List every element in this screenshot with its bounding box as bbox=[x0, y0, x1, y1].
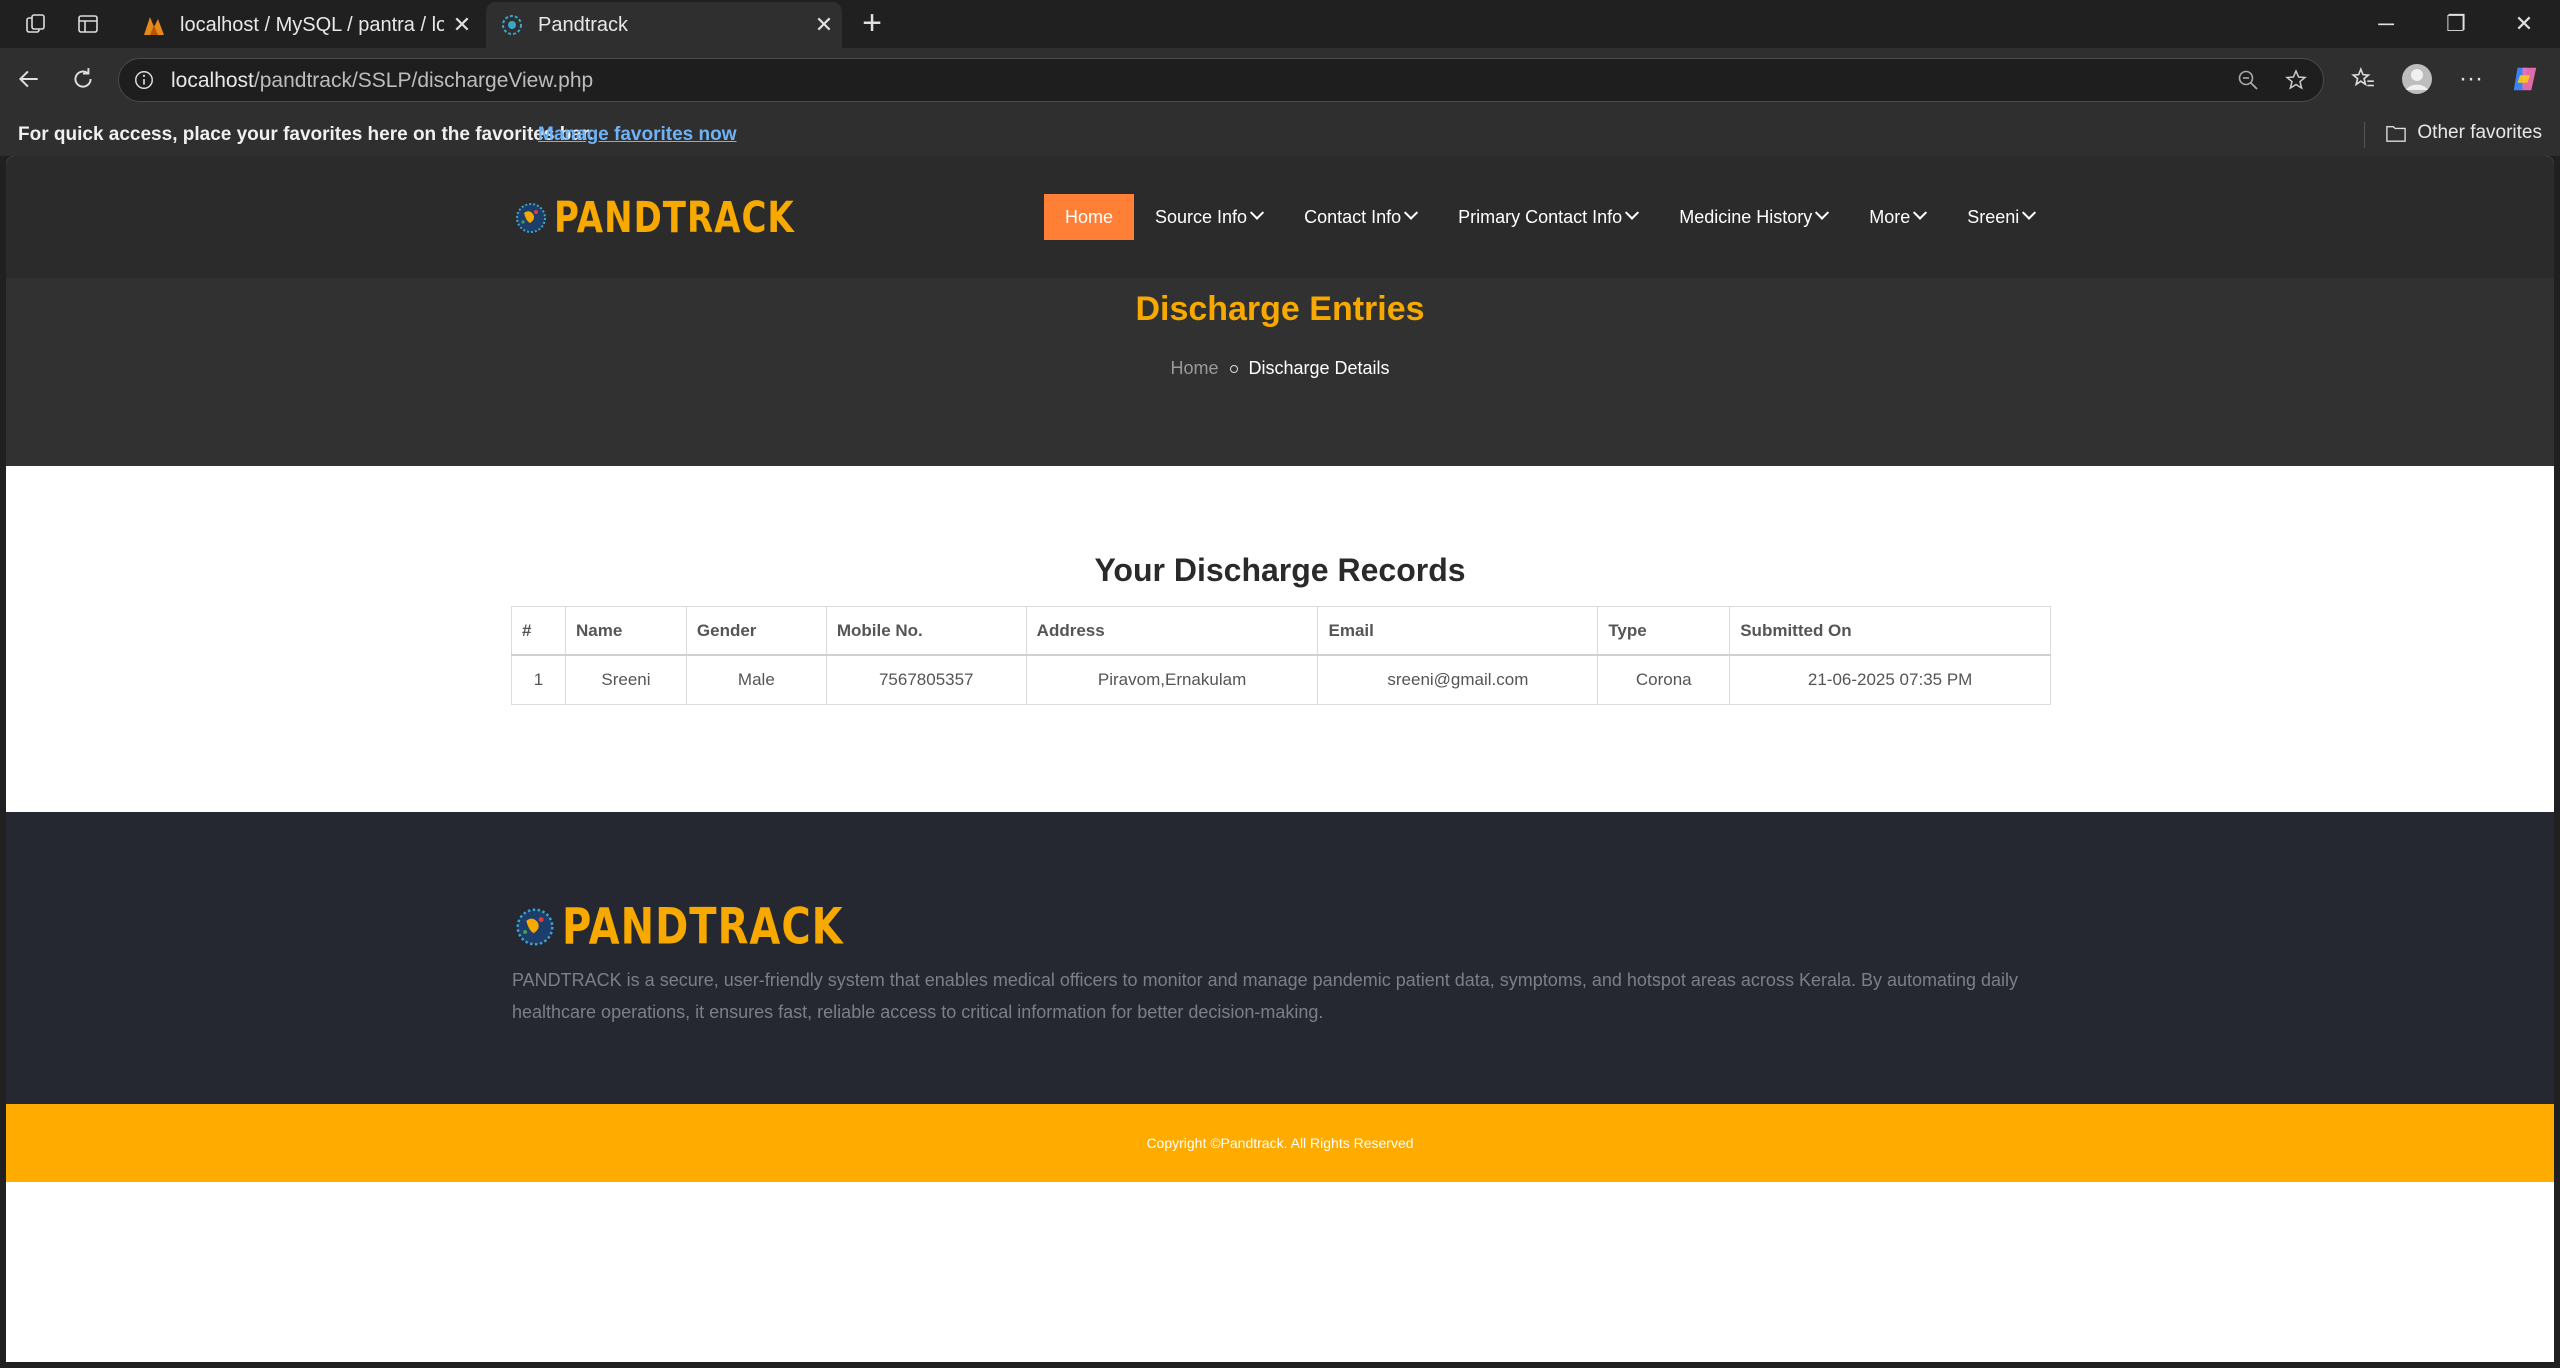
url-text: localhost/pandtrack/SSLP/dischargeView.p… bbox=[171, 69, 593, 93]
column-header: Type bbox=[1597, 606, 1731, 656]
nav-item-source-info[interactable]: Source Info bbox=[1134, 194, 1283, 240]
column-header: Email bbox=[1317, 606, 1599, 656]
zoom-icon[interactable] bbox=[2231, 63, 2265, 97]
refresh-icon[interactable] bbox=[66, 62, 100, 96]
chevron-down-icon bbox=[1815, 205, 1830, 220]
address-bar[interactable]: localhost/pandtrack/SSLP/dischargeView.p… bbox=[118, 58, 2324, 102]
chevron-down-icon bbox=[1404, 205, 1419, 220]
main-nav: Home Source Info Contact Info Primary Co… bbox=[1044, 194, 2055, 240]
other-favorites-button[interactable]: Other favorites bbox=[2385, 122, 2542, 144]
new-tab-icon[interactable]: + bbox=[856, 6, 888, 40]
nav-label: Home bbox=[1065, 206, 1114, 227]
nav-label: Medicine History bbox=[1679, 206, 1813, 227]
chevron-down-icon bbox=[1250, 205, 1265, 220]
copilot-icon[interactable] bbox=[2508, 62, 2542, 96]
address-bar-row: localhost/pandtrack/SSLP/dischargeView.p… bbox=[0, 48, 2560, 114]
table-row: 1 Sreeni Male 7567805357 Piravom,Ernakul… bbox=[511, 654, 2051, 705]
workspaces-icon[interactable] bbox=[22, 10, 50, 38]
back-icon[interactable] bbox=[12, 62, 46, 96]
nav-item-user[interactable]: Sreeni bbox=[1946, 194, 2055, 240]
table-cell: 7567805357 bbox=[825, 654, 1027, 705]
records-heading: Your Discharge Records bbox=[1094, 552, 1466, 588]
table-header-row: # Name Gender Mobile No. Address Email T… bbox=[511, 606, 2051, 656]
chevron-down-icon bbox=[1625, 205, 1640, 220]
favorites-icon[interactable] bbox=[2346, 62, 2380, 96]
page-hero: Discharge Entries Home Discharge Details bbox=[6, 278, 2554, 466]
site-footer: PANDTRACK PANDTRACK is a secure, user-fr… bbox=[6, 812, 2554, 1104]
nav-item-contact-info[interactable]: Contact Info bbox=[1283, 194, 1437, 240]
close-tab-icon[interactable]: ✕ bbox=[444, 12, 480, 38]
table-cell: 21-06-2025 07:35 PM bbox=[1729, 654, 2051, 705]
page-title: Discharge Entries bbox=[1135, 290, 1425, 328]
table-cell: 1 bbox=[511, 654, 566, 705]
breadcrumb-current: Discharge Details bbox=[1248, 358, 1390, 378]
column-header: Mobile No. bbox=[825, 606, 1027, 656]
column-header: Submitted On bbox=[1729, 606, 2051, 656]
other-favorites-label: Other favorites bbox=[2417, 122, 2542, 143]
site-info-icon[interactable] bbox=[133, 69, 155, 91]
favorite-star-icon[interactable] bbox=[2279, 63, 2313, 97]
favorites-bar-message: For quick access, place your favorites h… bbox=[18, 124, 594, 145]
nav-item-primary-contact-info[interactable]: Primary Contact Info bbox=[1437, 194, 1658, 240]
close-tab-icon[interactable]: ✕ bbox=[806, 12, 842, 38]
manage-favorites-link[interactable]: Manage favorites now bbox=[538, 124, 737, 146]
nav-item-medicine-history[interactable]: Medicine History bbox=[1658, 194, 1848, 240]
site-header: PANDTRACK Home Source Info Contact Info … bbox=[6, 156, 2554, 278]
records-section: Your Discharge Records # Name Gender Mob… bbox=[6, 466, 2554, 812]
breadcrumb: Home Discharge Details bbox=[6, 358, 2554, 379]
nav-label: Contact Info bbox=[1304, 206, 1402, 227]
url-host: localhost bbox=[171, 69, 254, 92]
page-viewport: PANDTRACK Home Source Info Contact Info … bbox=[6, 156, 2554, 1362]
more-menu-icon[interactable]: ··· bbox=[2454, 62, 2488, 96]
brand-name: PANDTRACK bbox=[554, 193, 795, 243]
column-header: Gender bbox=[685, 606, 827, 656]
folder-icon bbox=[2386, 125, 2407, 142]
favorites-bar-divider bbox=[2364, 122, 2365, 148]
column-header: Address bbox=[1025, 606, 1319, 656]
nav-label: Sreeni bbox=[1967, 206, 2020, 227]
column-header: Name bbox=[564, 606, 687, 656]
chevron-down-icon bbox=[1913, 205, 1928, 220]
tab-title: localhost / MySQL / pantra / login bbox=[180, 13, 444, 36]
url-path: /pandtrack/SSLP/dischargeView.php bbox=[253, 69, 594, 92]
table-cell: Corona bbox=[1597, 654, 1731, 705]
profile-avatar-icon[interactable] bbox=[2400, 62, 2434, 96]
breadcrumb-separator-icon bbox=[1230, 365, 1239, 374]
globe-logo-icon bbox=[516, 203, 546, 233]
pandtrack-favicon-icon bbox=[502, 15, 522, 35]
browser-tab-bar: localhost / MySQL / pantra / login ✕ Pan… bbox=[0, 0, 2560, 48]
footer-brand-name: PANDTRACK bbox=[562, 898, 844, 956]
footer-logo[interactable]: PANDTRACK bbox=[514, 898, 844, 956]
discharge-table: # Name Gender Mobile No. Address Email T… bbox=[511, 606, 2051, 705]
nav-label: Primary Contact Info bbox=[1458, 206, 1623, 227]
close-window-icon[interactable]: ✕ bbox=[2494, 6, 2554, 42]
chevron-down-icon bbox=[2022, 205, 2037, 220]
nav-item-more[interactable]: More bbox=[1848, 194, 1946, 240]
column-header: # bbox=[511, 606, 566, 656]
favorites-bar: For quick access, place your favorites h… bbox=[0, 114, 2560, 156]
table-cell: Sreeni bbox=[564, 654, 687, 705]
nav-label: More bbox=[1869, 206, 1911, 227]
tab-actions-icon[interactable] bbox=[74, 10, 102, 38]
copyright-text: Copyright ©Pandtrack. All Rights Reserve… bbox=[1146, 1135, 1414, 1151]
table-cell: sreeni@gmail.com bbox=[1317, 654, 1599, 705]
tab-title: Pandtrack bbox=[538, 13, 629, 36]
nav-label: Source Info bbox=[1155, 206, 1248, 227]
footer-description: PANDTRACK is a secure, user-friendly sys… bbox=[512, 970, 2019, 1022]
table-cell: Male bbox=[685, 654, 827, 705]
breadcrumb-home-link[interactable]: Home bbox=[1170, 358, 1218, 378]
tab-phpmyadmin[interactable]: localhost / MySQL / pantra / login ✕ bbox=[128, 2, 480, 48]
globe-logo-icon bbox=[516, 908, 554, 946]
table-cell: Piravom,Ernakulam bbox=[1025, 654, 1319, 705]
nav-item-home[interactable]: Home bbox=[1044, 194, 1135, 240]
tab-pandtrack[interactable]: Pandtrack ✕ bbox=[486, 2, 842, 48]
phpmyadmin-favicon-icon bbox=[144, 17, 164, 35]
site-logo[interactable]: PANDTRACK bbox=[514, 193, 795, 243]
copyright-bar: Copyright ©Pandtrack. All Rights Reserve… bbox=[6, 1104, 2554, 1182]
restore-icon[interactable]: ❐ bbox=[2426, 6, 2486, 42]
minimize-icon[interactable]: ─ bbox=[2356, 6, 2416, 42]
